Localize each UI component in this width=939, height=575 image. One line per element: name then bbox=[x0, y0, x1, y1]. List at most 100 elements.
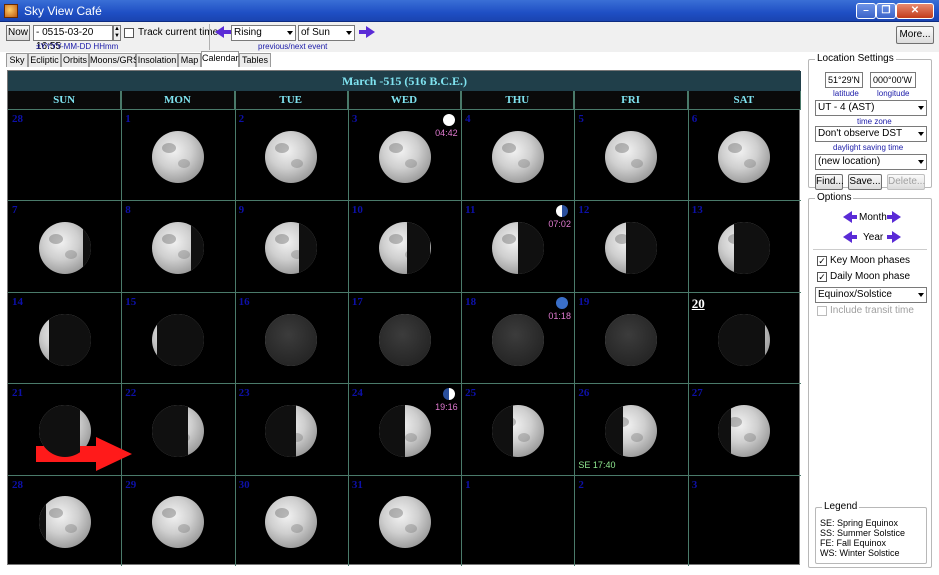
timezone-value: UT - 4 (AST) bbox=[818, 102, 875, 113]
latitude-input[interactable]: 51°29'N bbox=[825, 72, 863, 88]
day-number[interactable]: 1 bbox=[125, 113, 131, 125]
delete-button: Delete... bbox=[887, 174, 925, 190]
day-number[interactable]: 27 bbox=[692, 387, 703, 399]
daily-moon-phase-label: Daily Moon phase bbox=[830, 271, 911, 282]
day-number[interactable]: 18 bbox=[465, 296, 476, 308]
longitude-input[interactable]: 000°00'W bbox=[870, 72, 916, 88]
moon-phase-image bbox=[718, 222, 771, 275]
day-number[interactable]: 19 bbox=[578, 296, 589, 308]
moon-phase-image bbox=[718, 313, 771, 366]
app-icon bbox=[4, 4, 18, 18]
moon-phase-image bbox=[151, 404, 204, 457]
day-number[interactable]: 25 bbox=[465, 387, 476, 399]
day-number[interactable]: 28 bbox=[12, 113, 23, 125]
timezone-select[interactable]: UT - 4 (AST) bbox=[815, 100, 927, 116]
minimize-button[interactable]: – bbox=[856, 3, 876, 19]
key-moon-phases-checkbox[interactable]: ✓ bbox=[817, 256, 827, 266]
event-select[interactable]: Rising bbox=[231, 25, 296, 41]
moon-event-time: 19:16 bbox=[435, 402, 458, 413]
body-select[interactable]: of Sun bbox=[298, 25, 355, 41]
tab-tables[interactable]: Tables bbox=[239, 53, 271, 67]
day-number[interactable]: 24 bbox=[352, 387, 363, 399]
next-event-arrow-icon[interactable] bbox=[359, 26, 375, 38]
moon-phase-image bbox=[151, 222, 204, 275]
day-number[interactable]: 3 bbox=[352, 113, 358, 125]
moon-phase-image bbox=[378, 496, 431, 549]
tab-orbits[interactable]: Orbits bbox=[61, 53, 89, 67]
date-format-hint: ±YYYY-MM-DD HHmm bbox=[36, 42, 119, 51]
day-number[interactable]: 4 bbox=[465, 113, 471, 125]
moon-phase-image bbox=[265, 496, 318, 549]
day-number[interactable]: 13 bbox=[692, 204, 703, 216]
tab-ecliptic[interactable]: Ecliptic bbox=[28, 53, 61, 67]
day-number[interactable]: 2 bbox=[578, 479, 584, 491]
toolbar-divider bbox=[209, 24, 210, 50]
month-next-arrow-icon[interactable] bbox=[887, 211, 901, 223]
day-number[interactable]: 6 bbox=[692, 113, 698, 125]
day-number[interactable]: 20 bbox=[692, 296, 705, 312]
sidebar: Location Settings 51°29'N 000°00'W latit… bbox=[808, 53, 932, 568]
day-number[interactable]: 15 bbox=[125, 296, 136, 308]
tab-map[interactable]: Map bbox=[178, 53, 201, 67]
now-button[interactable]: Now bbox=[6, 25, 30, 41]
calendar-panel: March -515 (516 B.C.E.) SUN MON TUE WED THU F… bbox=[7, 70, 801, 566]
moon-phase-image bbox=[38, 222, 91, 275]
day-number[interactable]: 2 bbox=[239, 113, 245, 125]
day-number[interactable]: 22 bbox=[125, 387, 136, 399]
find-button[interactable]: Find... bbox=[815, 174, 844, 190]
day-number[interactable]: 9 bbox=[239, 204, 245, 216]
tab-calendar[interactable]: Calendar bbox=[201, 51, 239, 67]
close-button[interactable]: ✕ bbox=[896, 3, 934, 19]
year-next-arrow-icon[interactable] bbox=[887, 231, 901, 243]
location-select[interactable]: (new location) bbox=[815, 154, 927, 170]
maximize-button[interactable]: ❐ bbox=[876, 3, 896, 19]
day-number[interactable]: 26 bbox=[578, 387, 589, 399]
day-number[interactable]: 10 bbox=[352, 204, 363, 216]
spring-equinox-label: SE 17:40 bbox=[578, 459, 616, 470]
day-number[interactable]: 12 bbox=[578, 204, 589, 216]
day-number[interactable]: 3 bbox=[692, 479, 698, 491]
day-number[interactable]: 14 bbox=[12, 296, 23, 308]
longitude-hint: longitude bbox=[877, 89, 910, 98]
grid-row-line bbox=[8, 200, 801, 202]
moon-phase-image bbox=[605, 404, 658, 457]
day-number[interactable]: 16 bbox=[239, 296, 250, 308]
grid-column-line bbox=[574, 91, 576, 566]
tab-insolation[interactable]: Insolation bbox=[136, 53, 178, 67]
previous-event-arrow-icon[interactable] bbox=[215, 26, 231, 38]
day-number[interactable]: 8 bbox=[125, 204, 131, 216]
tab-moons-grs[interactable]: Moons/GRS bbox=[89, 53, 139, 67]
more-button[interactable]: More... bbox=[896, 26, 934, 44]
day-number[interactable]: 7 bbox=[12, 204, 18, 216]
day-number[interactable]: 11 bbox=[465, 204, 475, 216]
dst-select[interactable]: Don't observe DST bbox=[815, 126, 927, 142]
day-number[interactable]: 1 bbox=[465, 479, 471, 491]
year-prev-arrow-icon[interactable] bbox=[843, 231, 857, 243]
day-number[interactable]: 30 bbox=[239, 479, 250, 491]
day-number[interactable]: 5 bbox=[578, 113, 584, 125]
events-select[interactable]: Equinox/Solstice bbox=[815, 287, 927, 303]
date-spinner[interactable]: ▲ ▼ bbox=[113, 25, 121, 41]
day-number[interactable]: 21 bbox=[12, 387, 23, 399]
event-select-value: Rising bbox=[234, 27, 262, 38]
moon-phase-image bbox=[605, 222, 658, 275]
grid-column-line bbox=[461, 91, 463, 566]
track-current-time-checkbox[interactable] bbox=[124, 28, 134, 38]
body-select-value: of Sun bbox=[301, 27, 330, 38]
moon-phase-image bbox=[265, 130, 318, 183]
options-group: Options Month Year ✓ Key Moon phases ✓ D… bbox=[808, 192, 932, 568]
day-number[interactable]: 17 bbox=[352, 296, 363, 308]
save-button[interactable]: Save... bbox=[848, 174, 882, 190]
month-prev-arrow-icon[interactable] bbox=[843, 211, 857, 223]
moon-phase-image bbox=[718, 130, 771, 183]
tab-sky[interactable]: Sky bbox=[6, 53, 28, 67]
options-divider bbox=[813, 249, 927, 250]
day-number[interactable]: 29 bbox=[125, 479, 136, 491]
day-number[interactable]: 31 bbox=[352, 479, 363, 491]
day-number[interactable]: 28 bbox=[12, 479, 23, 491]
latitude-hint: latitude bbox=[833, 89, 859, 98]
weekday-header-thu: THU bbox=[461, 91, 575, 109]
day-number[interactable]: 23 bbox=[239, 387, 250, 399]
daily-moon-phase-checkbox[interactable]: ✓ bbox=[817, 272, 827, 282]
date-time-input[interactable]: - 0515-03-20 16:55 bbox=[33, 25, 113, 52]
